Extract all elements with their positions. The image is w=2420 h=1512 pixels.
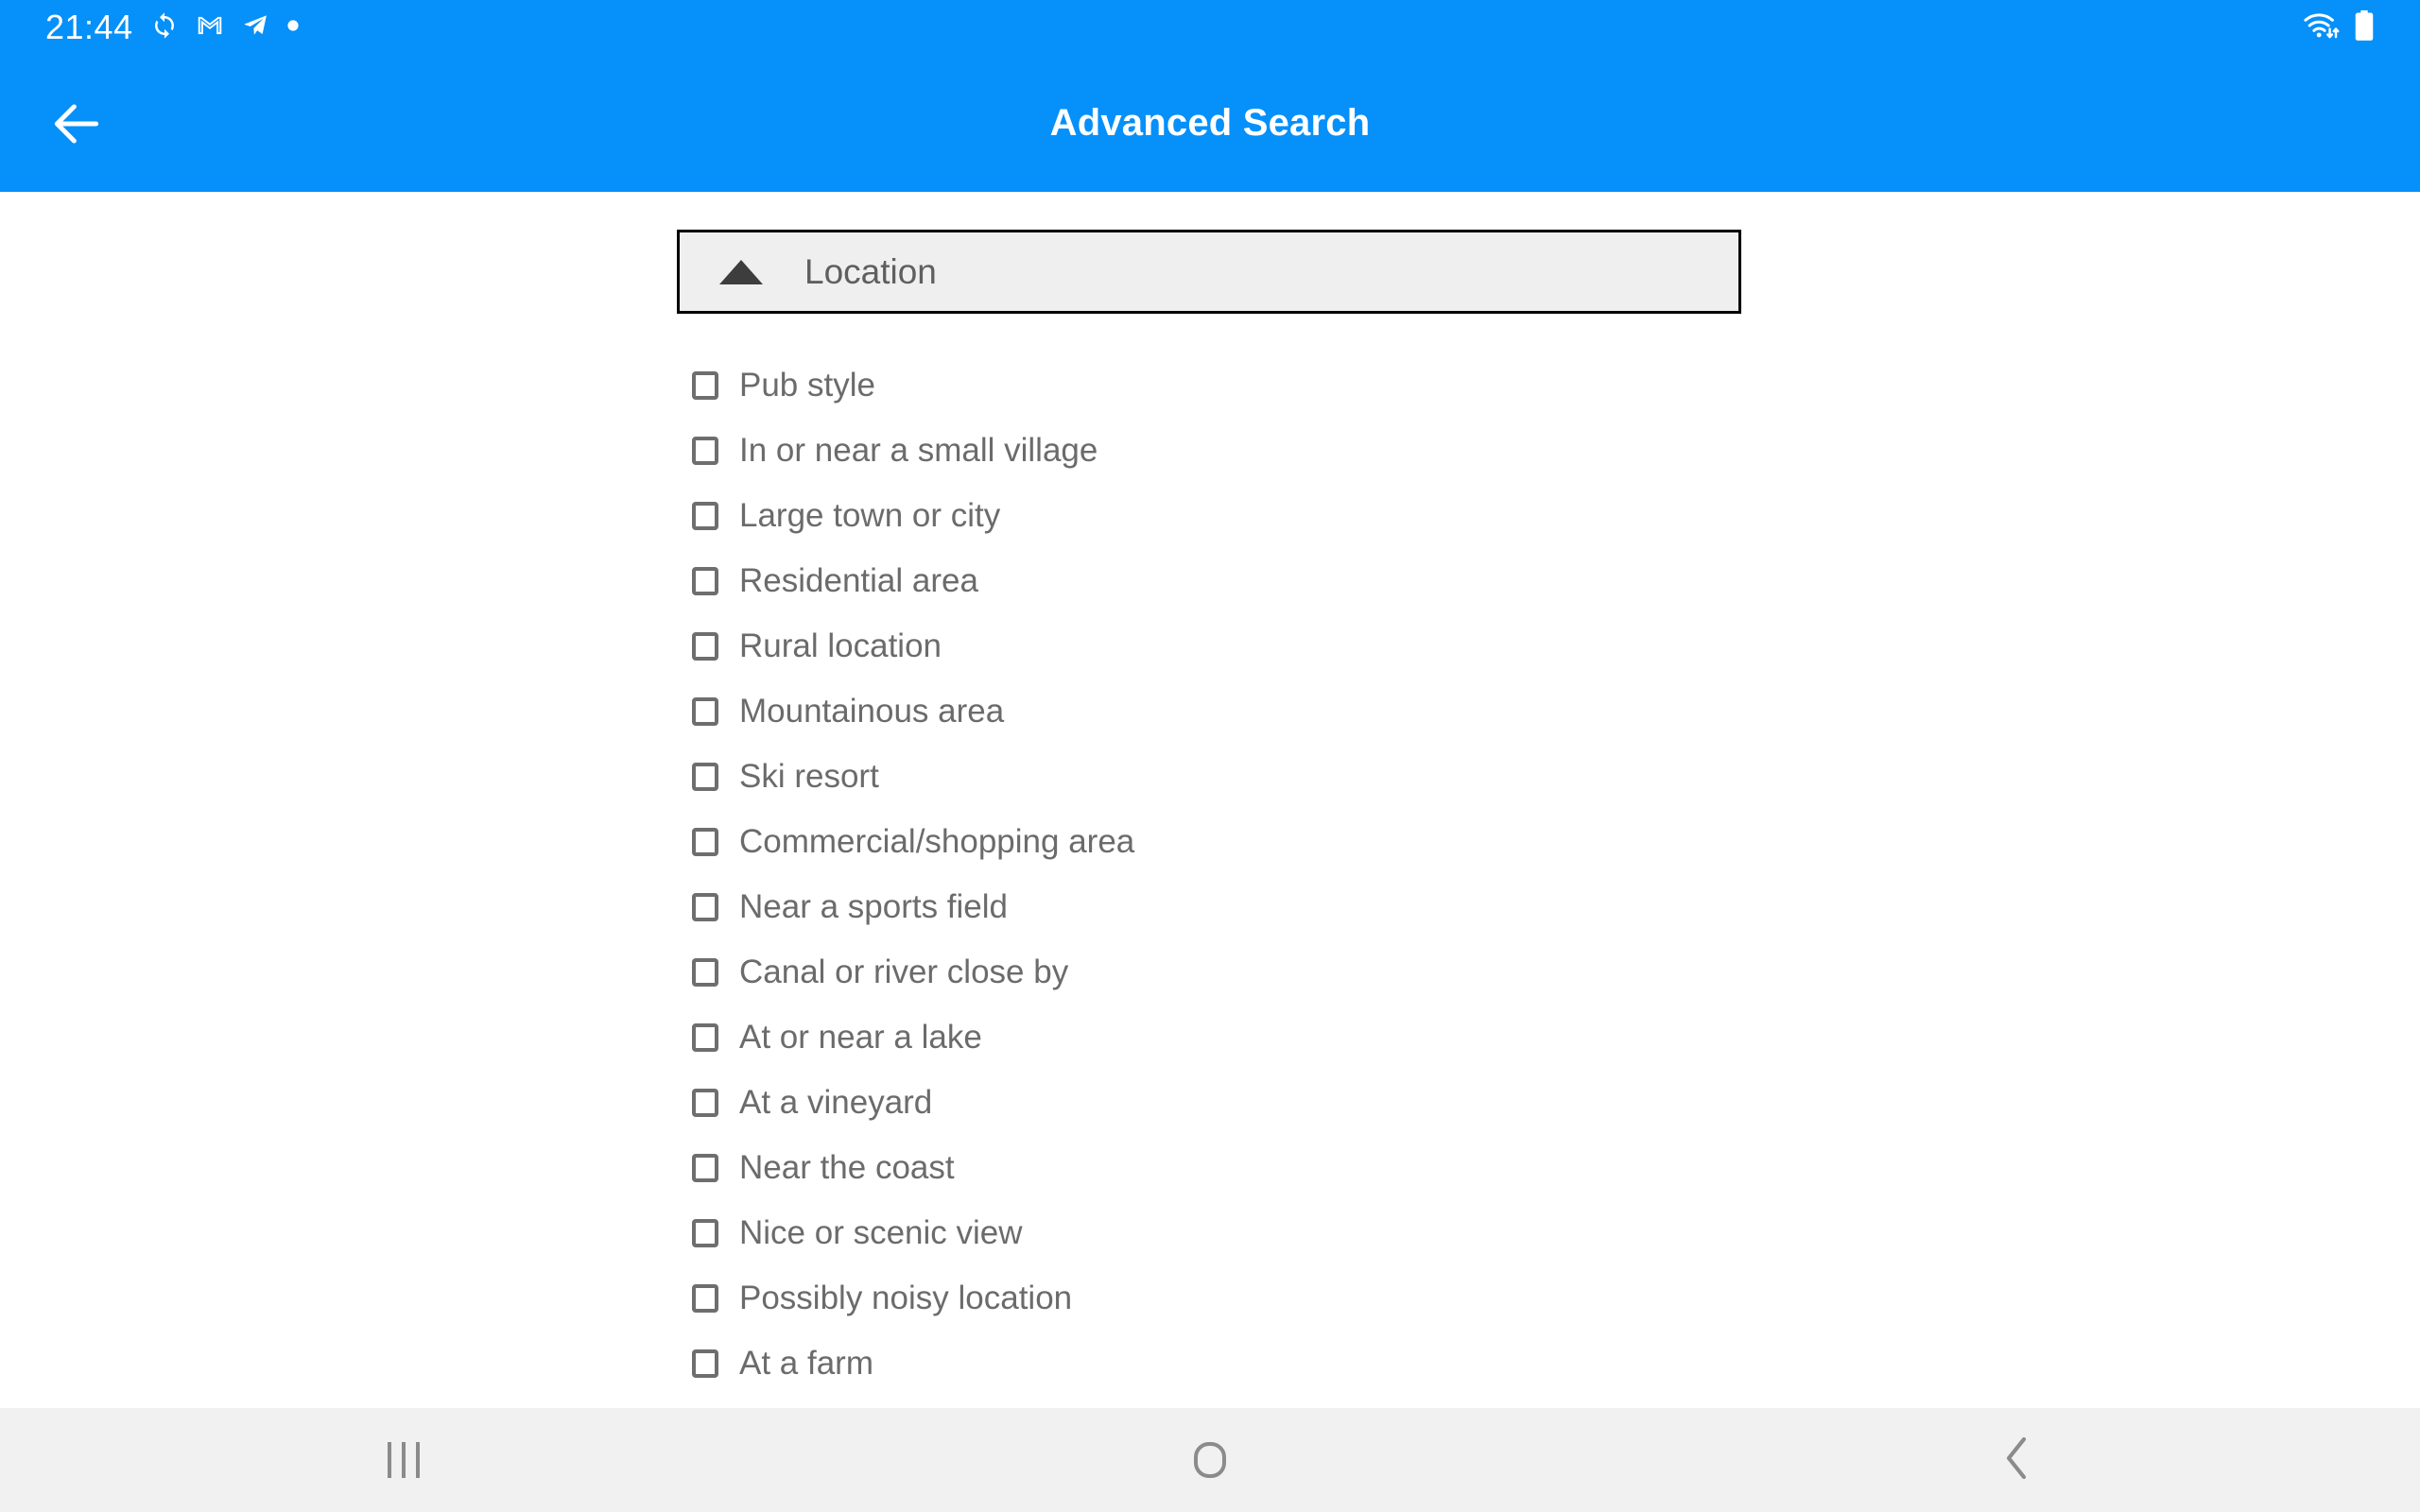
back-arrow-icon[interactable] — [40, 87, 113, 161]
sync-icon — [150, 11, 179, 44]
checkbox-unchecked-icon[interactable] — [692, 631, 718, 661]
checkbox-unchecked-icon[interactable] — [692, 957, 718, 987]
checkbox-unchecked-icon[interactable] — [692, 1218, 718, 1247]
option-label: Canal or river close by — [739, 953, 1069, 990]
option-label: Possibly noisy location — [739, 1279, 1073, 1316]
option-row-possibly-noisy-location[interactable]: Possibly noisy location — [677, 1265, 2095, 1331]
option-label: Pub style — [739, 366, 875, 404]
gmail-icon — [196, 11, 224, 44]
page-title: Advanced Search — [1049, 102, 1371, 144]
checkbox-unchecked-icon[interactable] — [692, 1153, 718, 1182]
option-row-at-a-vineyard[interactable]: At a vineyard — [677, 1070, 2095, 1135]
option-label: Near the coast — [739, 1148, 955, 1186]
option-row-near-sports-field[interactable]: Near a sports field — [677, 874, 2095, 939]
recents-icon — [387, 1442, 420, 1478]
option-row-small-village[interactable]: In or near a small village — [677, 418, 2095, 483]
option-label: In or near a small village — [739, 431, 1098, 469]
status-bar-right — [2303, 9, 2392, 46]
option-row-ski-resort[interactable]: Ski resort — [677, 744, 2095, 809]
checkbox-unchecked-icon[interactable] — [692, 370, 718, 400]
option-row-commercial-shopping-area[interactable]: Commercial/shopping area — [677, 809, 2095, 874]
option-label: Large town or city — [739, 496, 1001, 534]
option-row-partially-visible[interactable] — [677, 1396, 2095, 1408]
option-row-residential-area[interactable]: Residential area — [677, 548, 2095, 613]
checkbox-unchecked-icon[interactable] — [692, 762, 718, 791]
app-bar: Advanced Search — [0, 55, 2420, 192]
option-label: At a vineyard — [739, 1083, 933, 1121]
battery-icon — [2354, 9, 2375, 46]
checkbox-unchecked-icon[interactable] — [692, 827, 718, 856]
option-row-near-the-coast[interactable]: Near the coast — [677, 1135, 2095, 1200]
option-row-pub-style[interactable]: Pub style — [677, 352, 2095, 418]
checkbox-unchecked-icon[interactable] — [692, 1349, 718, 1378]
home-button[interactable] — [806, 1408, 1613, 1512]
option-label: Rural location — [739, 627, 942, 664]
section-title: Location — [804, 251, 937, 291]
option-label: Near a sports field — [739, 887, 1009, 925]
option-row-at-a-farm[interactable]: At a farm — [677, 1331, 2095, 1396]
checkbox-unchecked-icon[interactable] — [692, 566, 718, 595]
option-row-canal-or-river[interactable]: Canal or river close by — [677, 939, 2095, 1005]
option-row-large-town[interactable]: Large town or city — [677, 483, 2095, 548]
back-chevron-icon — [2003, 1436, 2030, 1484]
checkbox-unchecked-icon[interactable] — [692, 501, 718, 530]
option-label: At or near a lake — [739, 1018, 982, 1056]
option-label: Commercial/shopping area — [739, 822, 1135, 860]
nav-back-button[interactable] — [1614, 1408, 2420, 1512]
option-row-rural-location[interactable]: Rural location — [677, 613, 2095, 679]
option-row-mountainous-area[interactable]: Mountainous area — [677, 679, 2095, 744]
option-label: Nice or scenic view — [739, 1213, 1023, 1251]
status-clock: 21:44 — [45, 8, 133, 46]
checkbox-unchecked-icon[interactable] — [692, 1283, 718, 1313]
location-options-list: Pub style In or near a small village Lar… — [677, 352, 2095, 1408]
option-label: Residential area — [739, 561, 978, 599]
telegram-icon — [241, 11, 269, 44]
checkbox-unchecked-icon[interactable] — [692, 436, 718, 465]
wifi-icon — [2303, 10, 2341, 45]
checkbox-unchecked-icon[interactable] — [692, 1088, 718, 1117]
home-icon — [1193, 1442, 1226, 1478]
option-row-at-or-near-lake[interactable]: At or near a lake — [677, 1005, 2095, 1070]
checkbox-unchecked-icon[interactable] — [692, 696, 718, 726]
advanced-search-content: Location Pub style In or near a small vi… — [0, 192, 2420, 1408]
option-label: Mountainous area — [739, 692, 1005, 730]
option-label: At a farm — [739, 1344, 873, 1382]
checkbox-unchecked-icon[interactable] — [692, 892, 718, 921]
triangle-up-icon — [719, 259, 763, 284]
status-bar: 21:44 — [0, 0, 2420, 55]
section-header-location[interactable]: Location — [677, 230, 1741, 314]
checkbox-unchecked-icon[interactable] — [692, 1022, 718, 1052]
status-bar-left: 21:44 — [28, 8, 300, 47]
dot-icon — [286, 19, 300, 37]
option-row-nice-scenic-view[interactable]: Nice or scenic view — [677, 1200, 2095, 1265]
recents-button[interactable] — [0, 1408, 806, 1512]
system-navigation-bar — [0, 1408, 2420, 1512]
option-label: Ski resort — [739, 757, 879, 795]
